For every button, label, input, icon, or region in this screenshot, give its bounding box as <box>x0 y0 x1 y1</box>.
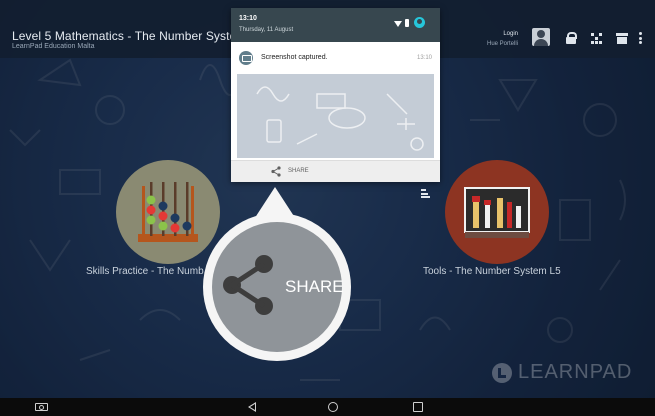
screenshot-icon[interactable] <box>35 403 48 411</box>
lock-icon[interactable] <box>565 32 577 44</box>
avatar[interactable] <box>532 28 550 46</box>
battery-icon <box>405 19 409 27</box>
home-screen: Level 5 Mathematics - The Number System … <box>0 0 655 398</box>
shade-header: 13:10 Thursday, 11 August <box>231 8 440 42</box>
clock-time: 13:10 <box>239 15 257 22</box>
share-icon <box>223 255 273 315</box>
course-tile-label[interactable]: Tools - The Number System L5 <box>423 266 561 277</box>
course-tile-label[interactable]: Skills Practice - The Numb <box>86 266 204 277</box>
login-label[interactable]: Login <box>503 31 518 37</box>
recents-icon[interactable] <box>413 402 423 412</box>
app-title: Level 5 Mathematics - The Number System <box>12 29 247 43</box>
magnified-share-button[interactable]: SHARE <box>212 222 344 352</box>
screenshot-notification[interactable]: Screenshot captured. 13:10 SHARE <box>231 42 440 182</box>
overflow-menu-icon[interactable] <box>639 32 643 44</box>
account-icon[interactable] <box>414 17 425 28</box>
store-icon[interactable] <box>616 32 628 44</box>
qr-code-icon[interactable] <box>590 32 602 44</box>
notification-shade: 13:10 Thursday, 11 August Screenshot cap… <box>231 8 440 182</box>
navigation-bar <box>0 398 655 416</box>
wifi-icon <box>394 21 402 27</box>
app-subtitle: LearnPad Education Malta <box>12 43 95 50</box>
screenshot-icon <box>239 51 253 65</box>
back-icon[interactable] <box>248 402 256 412</box>
notification-time: 13:10 <box>416 55 432 61</box>
clock-date: Thursday, 11 August <box>239 27 294 33</box>
share-button[interactable]: SHARE <box>288 168 309 174</box>
screenshot-preview-image[interactable] <box>237 74 434 158</box>
notification-actions: SHARE <box>231 160 440 182</box>
learnpad-watermark: LEARNPAD <box>492 361 632 384</box>
stack-icon <box>421 189 430 200</box>
learnpad-logo-icon <box>492 362 512 383</box>
abacus-icon[interactable] <box>116 160 220 264</box>
login-user-name: Hue Portelli <box>486 41 518 47</box>
share-magnifier-callout: SHARE <box>203 213 351 361</box>
toolbox-icon[interactable] <box>445 160 549 264</box>
share-label: SHARE <box>285 277 344 296</box>
brand-text: LEARNPAD <box>518 361 633 383</box>
notification-title: Screenshot captured. <box>261 54 328 61</box>
share-icon[interactable] <box>271 166 281 177</box>
home-icon[interactable] <box>328 402 338 412</box>
